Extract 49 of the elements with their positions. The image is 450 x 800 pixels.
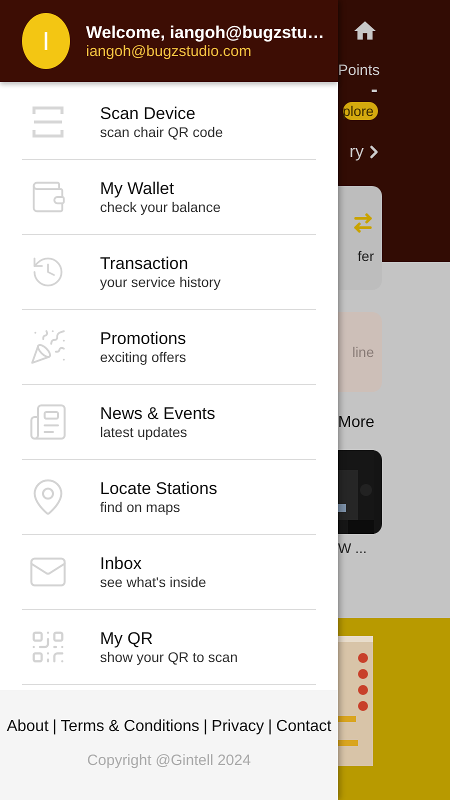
menu-item[interactable]: News & Events latest updates [22, 385, 316, 460]
transfer-card[interactable]: fer [338, 186, 382, 290]
footer-link[interactable]: Privacy [212, 718, 264, 736]
menu-item[interactable]: My QR show your QR to scan [22, 610, 316, 685]
menu-item-subtitle: scan chair QR code [100, 124, 223, 140]
menu-item-subtitle: your service history [100, 274, 221, 290]
welcome-title: Welcome, iangoh@bugzstu… [86, 22, 324, 42]
menu-item-subtitle: find on maps [100, 499, 182, 515]
newspaper-icon [28, 402, 68, 442]
avatar: I [22, 13, 70, 69]
transfer-label: fer [358, 248, 374, 264]
menu-item-title: Inbox [100, 554, 143, 574]
menu-item[interactable]: My Wallet check your balance [22, 160, 316, 235]
menu-item-subtitle: show your QR to scan [100, 649, 238, 665]
menu-item[interactable]: Transaction your service history [22, 235, 316, 310]
menu-item-subtitle: latest updates [100, 424, 188, 440]
user-email: iangoh@bugzstudio.com [86, 42, 252, 60]
menu-item-subtitle: see what's inside [100, 574, 206, 590]
menu-item[interactable]: Scan Device scan chair QR code [22, 85, 316, 160]
explore-button[interactable]: plore [342, 102, 378, 120]
footer-link[interactable]: About [6, 718, 49, 736]
footer-link[interactable]: Terms & Conditions [60, 718, 200, 736]
link-separator: | [52, 718, 57, 736]
menu-item-title: Scan Device [100, 104, 196, 124]
scan-icon [31, 105, 65, 139]
menu-item-title: Locate Stations [100, 479, 218, 499]
online-label: line [352, 344, 374, 360]
menu-item-subtitle: check your balance [100, 199, 221, 215]
link-separator: | [268, 718, 272, 736]
menu-item-title: My QR [100, 629, 154, 649]
party-popper-icon [29, 328, 67, 366]
menu-item-subtitle: exciting offers [100, 349, 186, 365]
history-link[interactable]: ry [350, 142, 364, 162]
footer-link[interactable]: Contact [276, 718, 332, 736]
copyright-text: Copyright @Gintell 2024 [87, 752, 251, 769]
menu-item-title: My Wallet [100, 179, 175, 199]
link-separator: | [203, 718, 208, 736]
menu-item-title: News & Events [100, 404, 216, 424]
menu-item-title: Promotions [100, 329, 186, 349]
menu-item-title: Transaction [100, 254, 190, 274]
menu-item[interactable]: Locate Stations find on maps [22, 460, 316, 535]
section-title: More [338, 414, 374, 432]
news-caption: W ... [338, 540, 367, 556]
transfer-icon [352, 212, 374, 234]
menu-item[interactable]: Inbox see what's inside [22, 535, 316, 610]
points-label: Points [338, 62, 380, 79]
points-value: - [371, 79, 378, 102]
menu-item[interactable]: Promotions exciting offers [22, 310, 316, 385]
news-card[interactable] [338, 450, 382, 534]
